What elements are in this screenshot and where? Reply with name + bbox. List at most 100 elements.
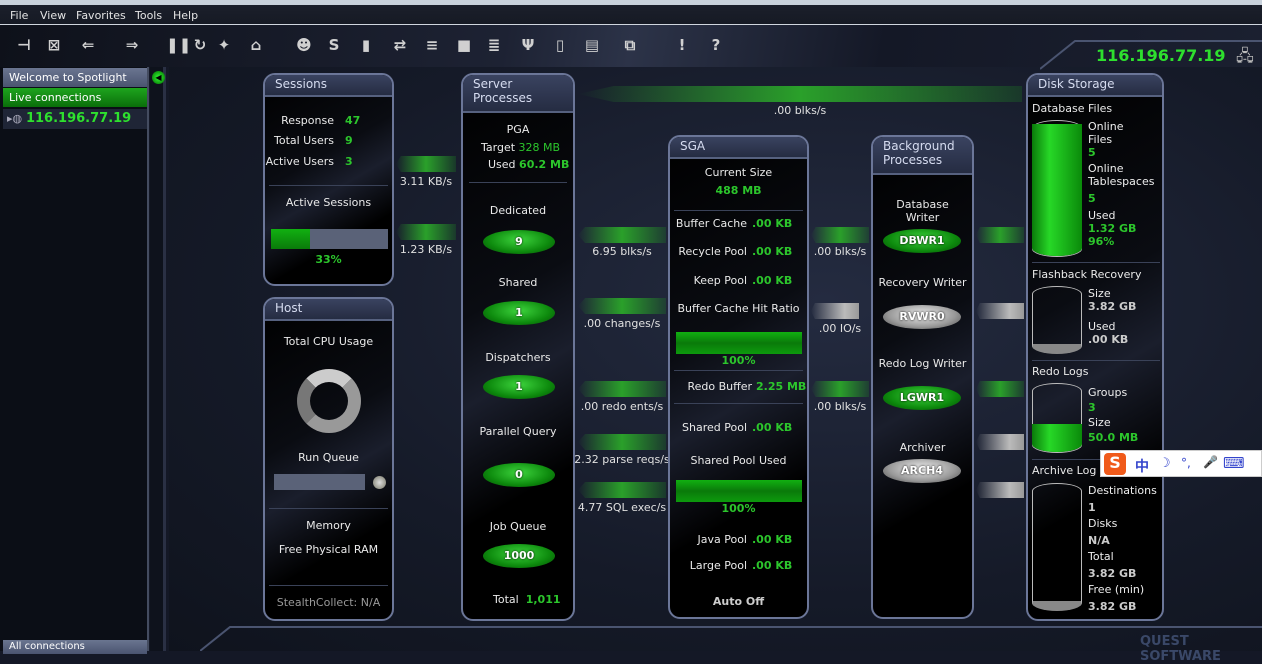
collapse-arrow-icon[interactable]: ◀ xyxy=(152,71,165,84)
ime-toolbar[interactable]: S 中 ☽ °, 🎤 ⌨ xyxy=(1100,450,1262,477)
archive-info: Destinations 1 Disks N/A Total 3.82 GB F… xyxy=(1088,483,1157,615)
redo-fill xyxy=(1032,424,1082,452)
arch-pill[interactable]: ARCH4 xyxy=(883,459,961,483)
chart-icon[interactable]: ▮ xyxy=(356,35,376,55)
database-icon[interactable]: ≣ xyxy=(484,35,504,55)
total-label: Total xyxy=(1088,550,1114,563)
online-files-value: 5 xyxy=(1088,146,1096,159)
dbw-label-2: Writer xyxy=(905,211,940,224)
trash-icon[interactable]: ▯ xyxy=(550,35,570,55)
sessions-panel[interactable]: Sessions Response 47 Total Users 9 Activ… xyxy=(263,73,394,286)
archive-log-label: Archive Log xyxy=(1032,464,1097,477)
menu-tools[interactable]: Tools xyxy=(135,9,162,22)
connect-icon[interactable]: ⊣ xyxy=(14,35,34,55)
keep-label: Keep Pool xyxy=(693,274,747,287)
dbwr-pill[interactable]: DBWR1 xyxy=(883,229,961,253)
ime-moon-icon[interactable]: ☽ xyxy=(1159,456,1171,471)
flow-io xyxy=(811,303,859,319)
disconnect-icon[interactable]: ⊠ xyxy=(44,35,64,55)
active-users-value: 3 xyxy=(345,155,353,168)
all-connections-tab[interactable]: All connections xyxy=(3,640,147,654)
alarm-icon[interactable]: ! xyxy=(672,35,692,55)
menu-help[interactable]: Help xyxy=(173,9,198,22)
ime-keyboard-icon[interactable]: ⌨ xyxy=(1223,454,1245,472)
host-panel[interactable]: Host Total CPU Usage Run Queue Memory Fr… xyxy=(263,297,394,621)
sql-icon[interactable]: S xyxy=(324,35,344,55)
active-sessions-pct: 33% xyxy=(315,253,342,266)
host-title: Host xyxy=(265,299,392,321)
export-icon[interactable]: ⧉ xyxy=(620,35,640,55)
fork-icon[interactable]: Ψ xyxy=(518,35,538,55)
disk-title: Disk Storage xyxy=(1028,75,1162,97)
ime-punct-icon[interactable]: °, xyxy=(1181,456,1191,470)
active-sessions-bar xyxy=(271,229,388,249)
sga-panel[interactable]: SGA Current Size 488 MB Buffer Cache .00 … xyxy=(668,135,809,619)
ime-mic-icon[interactable]: 🎤 xyxy=(1203,455,1218,469)
java-pool-value: .00 KB xyxy=(752,533,793,546)
recycle-label: Recycle Pool xyxy=(678,245,747,258)
total-label: Total xyxy=(493,593,519,606)
background-processes-panel[interactable]: Background Processes Database Writer DBWR1… xyxy=(871,135,974,619)
dedicated-pill[interactable]: 9 xyxy=(483,230,555,254)
flow-sql xyxy=(578,482,666,498)
shared-pill[interactable]: 1 xyxy=(483,301,555,325)
ime-logo[interactable]: S xyxy=(1104,453,1126,475)
total-users-value: 9 xyxy=(345,134,353,147)
refresh-icon[interactable]: ↻ xyxy=(190,35,210,55)
welcome-tab[interactable]: Welcome to Spotlight xyxy=(3,68,147,87)
process-icon[interactable]: ≡ xyxy=(422,35,442,55)
menu-view[interactable]: View xyxy=(40,9,66,22)
swap-icon[interactable]: ⇄ xyxy=(390,35,410,55)
redo-info: Groups 3 Size 50.0 MB xyxy=(1088,385,1138,445)
job-pill[interactable]: 1000 xyxy=(483,544,555,568)
sidebar: Welcome to Spotlight Live connections ▸◍… xyxy=(0,67,149,654)
connection-item[interactable]: ▸◍ 116.196.77.19 xyxy=(3,109,147,129)
dbw-label-1: Database xyxy=(896,198,949,211)
flow-redo-label: .00 redo ents/s xyxy=(580,400,664,413)
large-pool-value: .00 KB xyxy=(752,559,793,572)
back-icon[interactable]: ⇐ xyxy=(78,35,98,55)
disk-storage-panel[interactable]: Disk Storage Database Files Online Files … xyxy=(1026,73,1164,621)
drilldown-icon[interactable]: ✦ xyxy=(214,35,234,55)
flow-net-in-label: 3.11 KB/s xyxy=(399,175,453,188)
shared-label: Shared xyxy=(498,276,538,289)
current-size-label: Current Size xyxy=(704,166,773,179)
help-icon[interactable]: ? xyxy=(706,35,726,55)
forward-icon[interactable]: ⇒ xyxy=(122,35,142,55)
block-icon[interactable]: ■ xyxy=(454,35,474,55)
flow-changes-label: .00 changes/s xyxy=(583,317,661,330)
shared-pool-used-pct: 100% xyxy=(721,502,756,515)
server-processes-panel[interactable]: Server Processes PGA Target 328 MB Used 6… xyxy=(461,73,575,621)
sessions-icon[interactable]: ☻ xyxy=(294,35,314,55)
report-icon[interactable]: ▤ xyxy=(582,35,602,55)
dedicated-label: Dedicated xyxy=(489,204,547,217)
pause-icon[interactable]: ❚❚ xyxy=(166,35,191,55)
rvwr-pill[interactable]: RVWR0 xyxy=(883,305,961,329)
redo-cylinder xyxy=(1032,383,1082,453)
network-icon[interactable]: 🖧 xyxy=(1236,45,1254,72)
home-icon[interactable]: ⌂ xyxy=(246,35,266,55)
total-value: 1,011 xyxy=(525,593,561,606)
pga-target: Target 328 MB xyxy=(481,141,560,154)
db-files-cylinder xyxy=(1032,120,1082,257)
hit-ratio-fill xyxy=(676,332,802,354)
current-size-value: 488 MB xyxy=(715,184,762,197)
server-title: Server Processes xyxy=(463,75,573,113)
parallel-pill[interactable]: 0 xyxy=(483,463,555,487)
divider xyxy=(269,185,388,186)
ime-mode[interactable]: 中 xyxy=(1135,456,1149,476)
shared-pool-used-fill xyxy=(676,480,802,502)
sga-title: SGA xyxy=(670,137,807,159)
dispatchers-pill[interactable]: 1 xyxy=(483,375,555,399)
flow-reads-label: 6.95 blks/s xyxy=(592,245,652,258)
menu-favorites[interactable]: Favorites xyxy=(76,9,126,22)
divider xyxy=(1032,360,1160,361)
divider xyxy=(269,585,388,586)
hit-ratio-label: Buffer Cache Hit Ratio xyxy=(677,302,800,315)
dest-label: Destinations xyxy=(1088,484,1157,497)
menu-file[interactable]: File xyxy=(10,9,28,22)
flow-dbw-disk xyxy=(976,227,1024,243)
response-value: 47 xyxy=(345,114,361,127)
lgwr-pill[interactable]: LGWR1 xyxy=(883,386,961,410)
live-connections-tab[interactable]: Live connections xyxy=(3,88,147,107)
